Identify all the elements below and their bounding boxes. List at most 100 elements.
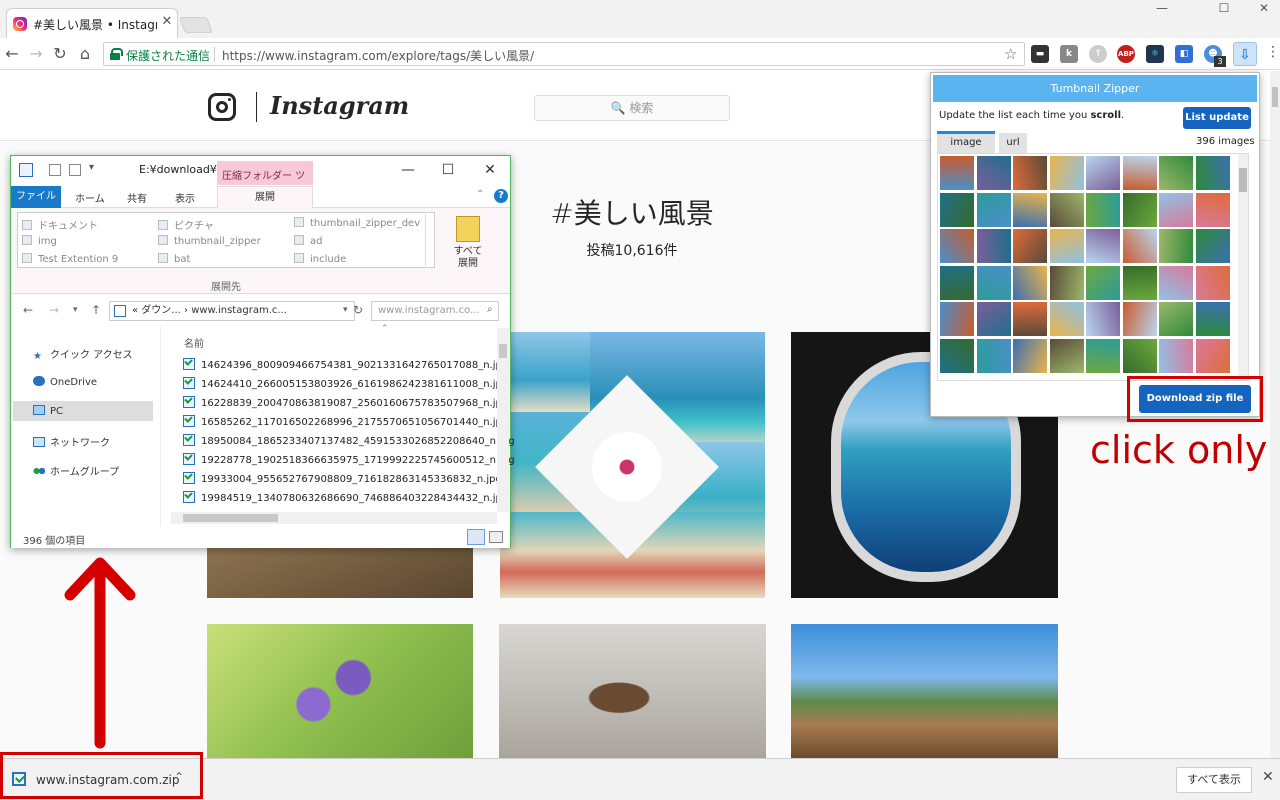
back-arrow-icon[interactable]: ← xyxy=(23,303,33,317)
quick-access-dropdown-icon[interactable]: ▾ xyxy=(89,162,94,173)
list-update-button[interactable]: List update xyxy=(1183,107,1251,129)
help-icon[interactable]: ? xyxy=(494,189,508,203)
window-minimize-icon[interactable]: — xyxy=(1140,0,1184,20)
destination-item[interactable]: ad xyxy=(294,235,322,247)
url-text[interactable]: https://www.instagram.com/explore/tags/美… xyxy=(222,47,534,64)
up-arrow-icon[interactable]: ↑ xyxy=(91,303,101,317)
address-path: « ダウン... › www.instagram.c... xyxy=(132,305,287,316)
destination-item[interactable]: thumbnail_zipper_dev xyxy=(294,217,420,229)
show-all-downloads-button[interactable]: すべて表示 xyxy=(1176,767,1252,793)
post-thumbnail[interactable] xyxy=(791,624,1058,758)
explorer-address-bar[interactable]: « ダウン... › www.instagram.c... xyxy=(109,301,355,321)
post-thumbnail[interactable] xyxy=(207,624,473,758)
quick-access-properties-icon[interactable] xyxy=(49,164,61,176)
destination-item[interactable]: thumbnail_zipper xyxy=(158,235,261,247)
zip-image-icon xyxy=(183,472,195,484)
file-row[interactable]: 16585262_117016502268996_217557065105670… xyxy=(183,415,508,428)
destinations-scrollbar[interactable] xyxy=(425,212,435,268)
explorer-minimize-icon[interactable]: — xyxy=(393,160,423,180)
thumbnail-tile xyxy=(1122,192,1157,227)
destination-item[interactable]: include xyxy=(294,253,346,265)
tab-strip: #美しい風景 • Instagram写 ✕ — ☐ ✕ xyxy=(0,0,1280,38)
ribbon-collapse-icon[interactable]: ⌃ xyxy=(476,189,484,200)
reload-icon[interactable]: ↻ xyxy=(50,44,70,64)
thumbnail-tile xyxy=(976,156,1011,190)
thumbnail-tile xyxy=(1195,192,1230,227)
nav-pc[interactable]: PC xyxy=(33,405,63,417)
tab-url[interactable]: url xyxy=(999,133,1027,153)
tab-image[interactable]: image xyxy=(937,131,995,153)
nav-quick-access[interactable]: ★ クイック アクセス xyxy=(33,346,133,362)
destination-item[interactable]: Test Extention 9 xyxy=(22,253,118,265)
file-row[interactable]: 19228778_1902518366635975_17199922257456… xyxy=(183,453,515,466)
file-row[interactable]: 16228839_200470863819087_256016067578350… xyxy=(183,396,508,409)
chrome-menu-icon[interactable]: ⋮ xyxy=(1266,44,1280,60)
page-scrollbar[interactable] xyxy=(1270,71,1280,758)
home-icon[interactable]: ⌂ xyxy=(75,44,95,64)
address-dropdown-icon[interactable]: ▾ xyxy=(343,305,348,315)
column-header-name[interactable]: 名前 xyxy=(184,335,204,350)
file-row[interactable]: 18950084_1865233407137482_45915330268522… xyxy=(183,434,515,447)
destination-item[interactable]: bat xyxy=(158,253,190,265)
instagram-camera-icon[interactable] xyxy=(208,93,236,121)
file-row[interactable]: 19933004_955652767908809_716182863145336… xyxy=(183,472,502,485)
adblock-plus-icon[interactable]: ABP xyxy=(1117,45,1135,63)
file-list-vertical-scrollbar[interactable] xyxy=(497,328,509,512)
browser-tab[interactable]: #美しい風景 • Instagram写 ✕ xyxy=(6,8,178,38)
popup-hint: Update the list each time you scroll. xyxy=(939,110,1125,121)
new-tab-button[interactable] xyxy=(179,17,213,33)
k-extension-icon[interactable]: k xyxy=(1060,45,1078,63)
post-thumbnail[interactable] xyxy=(499,624,766,758)
file-list-horizontal-scrollbar[interactable] xyxy=(171,512,497,524)
bookmark-star-icon[interactable]: ☆ xyxy=(1004,45,1017,63)
post-thumbnail[interactable] xyxy=(500,332,765,598)
file-row[interactable]: 14624396_800909466754381_902133164276501… xyxy=(183,358,508,371)
tab-close-icon[interactable]: ✕ xyxy=(159,14,175,30)
explorer-maximize-icon[interactable]: ☐ xyxy=(433,160,463,180)
close-download-bar-icon[interactable]: ✕ xyxy=(1262,769,1274,785)
zip-image-icon xyxy=(183,396,195,408)
destination-item[interactable]: ピクチャ xyxy=(158,217,214,232)
extract-all-button[interactable]: すべて 展開 xyxy=(451,216,485,270)
forward-arrow-icon[interactable]: → xyxy=(49,303,59,317)
tab-file[interactable]: ファイル xyxy=(11,186,61,208)
glasses-extension-icon[interactable]: ▬ xyxy=(1031,45,1049,63)
recent-locations-icon[interactable]: ▾ xyxy=(73,305,78,315)
destination-item[interactable]: img xyxy=(22,235,57,247)
thumbnail-tile xyxy=(1013,192,1047,227)
nav-onedrive[interactable]: OneDrive xyxy=(33,376,97,388)
back-arrow-icon[interactable]: ← xyxy=(2,44,22,64)
explorer-close-icon[interactable]: ✕ xyxy=(475,160,505,180)
cloud-icon xyxy=(33,376,45,386)
address-bar[interactable]: 保護された通信 https://www.instagram.com/explor… xyxy=(103,42,1025,66)
react-devtools-icon[interactable]: ⚛ xyxy=(1146,45,1164,63)
tab-extract[interactable]: 展開 xyxy=(217,186,313,209)
translate-extension-icon[interactable]: ◧ xyxy=(1175,45,1193,63)
details-view-icon[interactable] xyxy=(467,529,485,545)
destination-item[interactable]: ドキュメント xyxy=(22,217,98,232)
window-close-icon[interactable]: ✕ xyxy=(1242,0,1280,20)
explorer-search-input[interactable]: www.instagram.co... xyxy=(371,301,499,321)
thumbnail-grid-scrollbar[interactable] xyxy=(1238,154,1248,380)
thumbnail-tile xyxy=(1049,302,1084,336)
thumbnail-zipper-popup: Tumbnail Zipper Update the list each tim… xyxy=(930,72,1260,417)
refresh-icon[interactable]: ↻ xyxy=(353,303,363,317)
instagram-wordmark[interactable]: Instagram xyxy=(270,91,409,120)
large-icons-view-icon[interactable] xyxy=(489,531,503,543)
instagram-search-input[interactable]: 🔍 検索 xyxy=(534,95,730,121)
forward-arrow-icon[interactable]: → xyxy=(26,44,46,64)
gray-extension-icon[interactable]: ↑ xyxy=(1089,45,1107,63)
window-maximize-icon[interactable]: ☐ xyxy=(1202,0,1246,20)
thumbnail-grid xyxy=(940,156,1232,373)
tab-share[interactable]: 共有 xyxy=(127,190,147,205)
file-row[interactable]: 14624410_266005153803926_616198624238161… xyxy=(183,377,508,390)
file-row[interactable]: 19984519_1340780632686690_74688640322843… xyxy=(183,491,508,504)
explorer-navbar: ← → ▾ ↑ « ダウン... › www.instagram.c... ▾ … xyxy=(11,296,510,326)
tab-home[interactable]: ホーム xyxy=(75,190,105,205)
nav-network[interactable]: ネットワーク xyxy=(33,434,110,449)
tab-view[interactable]: 表示 xyxy=(175,190,195,205)
thumbnail-zipper-extension-icon[interactable]: ⇩ xyxy=(1233,42,1257,66)
nav-homegroup[interactable]: ホームグループ xyxy=(33,463,119,478)
thumbnail-tile xyxy=(1049,338,1084,373)
quick-access-newfolder-icon[interactable] xyxy=(69,164,81,176)
